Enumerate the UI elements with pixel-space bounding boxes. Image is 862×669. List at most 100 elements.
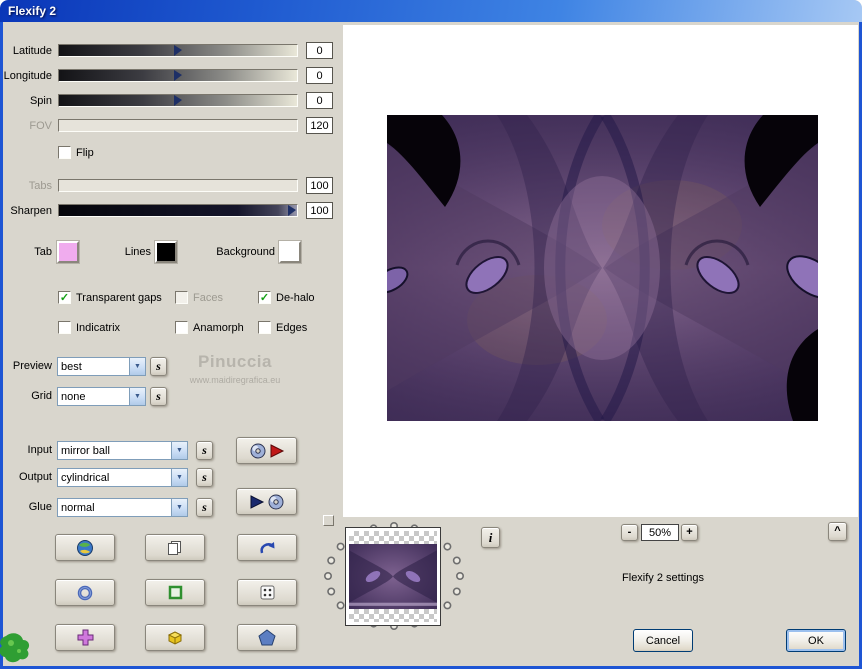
check-icon: ✓ bbox=[259, 291, 270, 304]
spin-slider[interactable] bbox=[58, 94, 298, 107]
checkbox-label: Edges bbox=[276, 321, 308, 334]
checkbox-label: De-halo bbox=[276, 291, 315, 304]
preview-thumbnail[interactable] bbox=[345, 527, 441, 626]
sharpen-value-input[interactable] bbox=[306, 202, 333, 219]
polyhedron-button[interactable] bbox=[237, 624, 297, 651]
tab-color-label: Tab bbox=[34, 246, 52, 258]
zoom-in-button[interactable]: + bbox=[681, 524, 698, 541]
tile-button[interactable] bbox=[55, 624, 115, 651]
anamorph-checkbox[interactable]: Anamorph bbox=[175, 321, 244, 334]
dropdown-arrow-icon[interactable]: ▼ bbox=[129, 358, 145, 375]
preview-canvas bbox=[343, 25, 858, 517]
grid-dropdown[interactable]: none ▼ bbox=[57, 387, 146, 406]
dropdown-arrow-icon[interactable]: ▼ bbox=[171, 442, 187, 459]
preview-image bbox=[387, 115, 818, 421]
lines-color-label: Lines bbox=[124, 246, 151, 258]
random-button[interactable] bbox=[237, 579, 297, 606]
tabs-slider-label: Tabs bbox=[28, 180, 52, 192]
tabs-slider bbox=[58, 179, 298, 192]
sharpen-slider[interactable] bbox=[58, 204, 298, 217]
checkbox-label: Indicatrix bbox=[76, 321, 121, 334]
input-shuffle-button[interactable]: s bbox=[196, 441, 213, 460]
zoom-out-button[interactable]: - bbox=[621, 524, 638, 541]
info-button[interactable]: i bbox=[481, 527, 500, 548]
zoom-level-field[interactable]: 50% bbox=[641, 524, 679, 541]
lens-button[interactable] bbox=[55, 579, 115, 606]
slider-thumb[interactable] bbox=[174, 95, 182, 106]
checkbox-box[interactable]: ✓ bbox=[258, 291, 271, 304]
cube-button[interactable] bbox=[145, 624, 205, 651]
watermark-url: www.maidiregrafica.eu bbox=[189, 375, 281, 385]
checkbox-box[interactable]: ✓ bbox=[58, 291, 71, 304]
preview-dropdown-label: Preview bbox=[12, 360, 52, 372]
latitude-slider-label: Latitude bbox=[12, 45, 52, 57]
slider-thumb[interactable] bbox=[174, 70, 182, 81]
dropdown-value: normal bbox=[61, 501, 95, 514]
sharpen-slider-label: Sharpen bbox=[10, 205, 52, 217]
background-color-swatch[interactable] bbox=[279, 241, 301, 263]
slider-thumb[interactable] bbox=[174, 45, 182, 56]
dice-icon bbox=[260, 585, 274, 600]
grid-shuffle-button[interactable]: s bbox=[150, 387, 167, 406]
tabs-value-input[interactable] bbox=[306, 177, 333, 194]
background-color-label: Background bbox=[216, 246, 275, 258]
slider-thumb[interactable] bbox=[288, 205, 296, 216]
dropdown-arrow-icon[interactable]: ▼ bbox=[129, 388, 145, 405]
transparent-gaps-checkbox[interactable]: ✓ Transparent gaps bbox=[58, 291, 162, 304]
lines-color-swatch[interactable] bbox=[155, 241, 177, 263]
checkbox-box[interactable] bbox=[258, 321, 271, 334]
preview-shuffle-button[interactable]: s bbox=[150, 357, 167, 376]
green-square-icon bbox=[168, 585, 182, 599]
disc-play-icon bbox=[250, 443, 284, 458]
spin-slider-label: Spin bbox=[29, 95, 52, 107]
flaming-pear-splat-icon bbox=[0, 633, 30, 663]
ok-button[interactable]: OK bbox=[786, 629, 846, 652]
checkbox-box[interactable] bbox=[175, 321, 188, 334]
dropdown-arrow-icon[interactable]: ▼ bbox=[171, 469, 187, 486]
undo-button[interactable] bbox=[237, 534, 297, 561]
preview-dropdown[interactable]: best ▼ bbox=[57, 357, 146, 376]
input-render-button[interactable] bbox=[236, 437, 297, 464]
check-icon: ✓ bbox=[59, 291, 70, 304]
checkbox-box[interactable] bbox=[58, 321, 71, 334]
transparency-checker bbox=[349, 609, 437, 622]
cancel-button[interactable]: Cancel bbox=[633, 629, 693, 652]
tab-color-swatch[interactable] bbox=[57, 241, 79, 263]
play-disc-icon bbox=[250, 494, 283, 509]
copy-icon bbox=[168, 540, 181, 555]
dropdown-value: best bbox=[61, 360, 82, 373]
dropdown-arrow-icon[interactable]: ▼ bbox=[171, 499, 187, 516]
cube-icon bbox=[167, 630, 183, 645]
output-render-button[interactable] bbox=[236, 488, 297, 515]
ring-icon bbox=[77, 585, 93, 600]
longitude-value-input[interactable] bbox=[306, 67, 333, 84]
pentagon-icon bbox=[258, 629, 276, 646]
dropdown-value: none bbox=[61, 390, 86, 403]
spin-value-input[interactable] bbox=[306, 92, 333, 109]
latitude-value-input[interactable] bbox=[306, 42, 333, 59]
glue-shuffle-button[interactable]: s bbox=[196, 498, 213, 517]
edges-checkbox[interactable]: Edges bbox=[258, 321, 307, 334]
input-dropdown[interactable]: mirror ball ▼ bbox=[57, 441, 188, 460]
latitude-slider[interactable] bbox=[58, 44, 298, 57]
grid-dropdown-label: Grid bbox=[31, 390, 52, 402]
output-dropdown[interactable]: cylindrical ▼ bbox=[57, 468, 188, 487]
frame-button[interactable] bbox=[145, 579, 205, 606]
glue-dropdown[interactable]: normal ▼ bbox=[57, 498, 188, 517]
longitude-slider[interactable] bbox=[58, 69, 298, 82]
checkbox-label: Transparent gaps bbox=[76, 291, 162, 304]
collapse-button[interactable]: ^ bbox=[828, 522, 847, 541]
window-titlebar[interactable]: Flexify 2 bbox=[0, 0, 862, 22]
fov-value-input[interactable] bbox=[306, 117, 333, 134]
indicatrix-checkbox[interactable]: Indicatrix bbox=[58, 321, 120, 334]
dropdown-value: mirror ball bbox=[61, 444, 110, 457]
undo-arrow-icon bbox=[260, 541, 275, 553]
window-title: Flexify 2 bbox=[8, 4, 57, 18]
copy-button[interactable] bbox=[145, 534, 205, 561]
faces-checkbox: Faces bbox=[175, 291, 223, 304]
output-shuffle-button[interactable]: s bbox=[196, 468, 213, 487]
flip-checkbox[interactable]: Flip bbox=[58, 146, 94, 159]
de-halo-checkbox[interactable]: ✓ De-halo bbox=[258, 291, 315, 304]
checkbox-box[interactable] bbox=[58, 146, 71, 159]
open-image-button[interactable] bbox=[55, 534, 115, 561]
